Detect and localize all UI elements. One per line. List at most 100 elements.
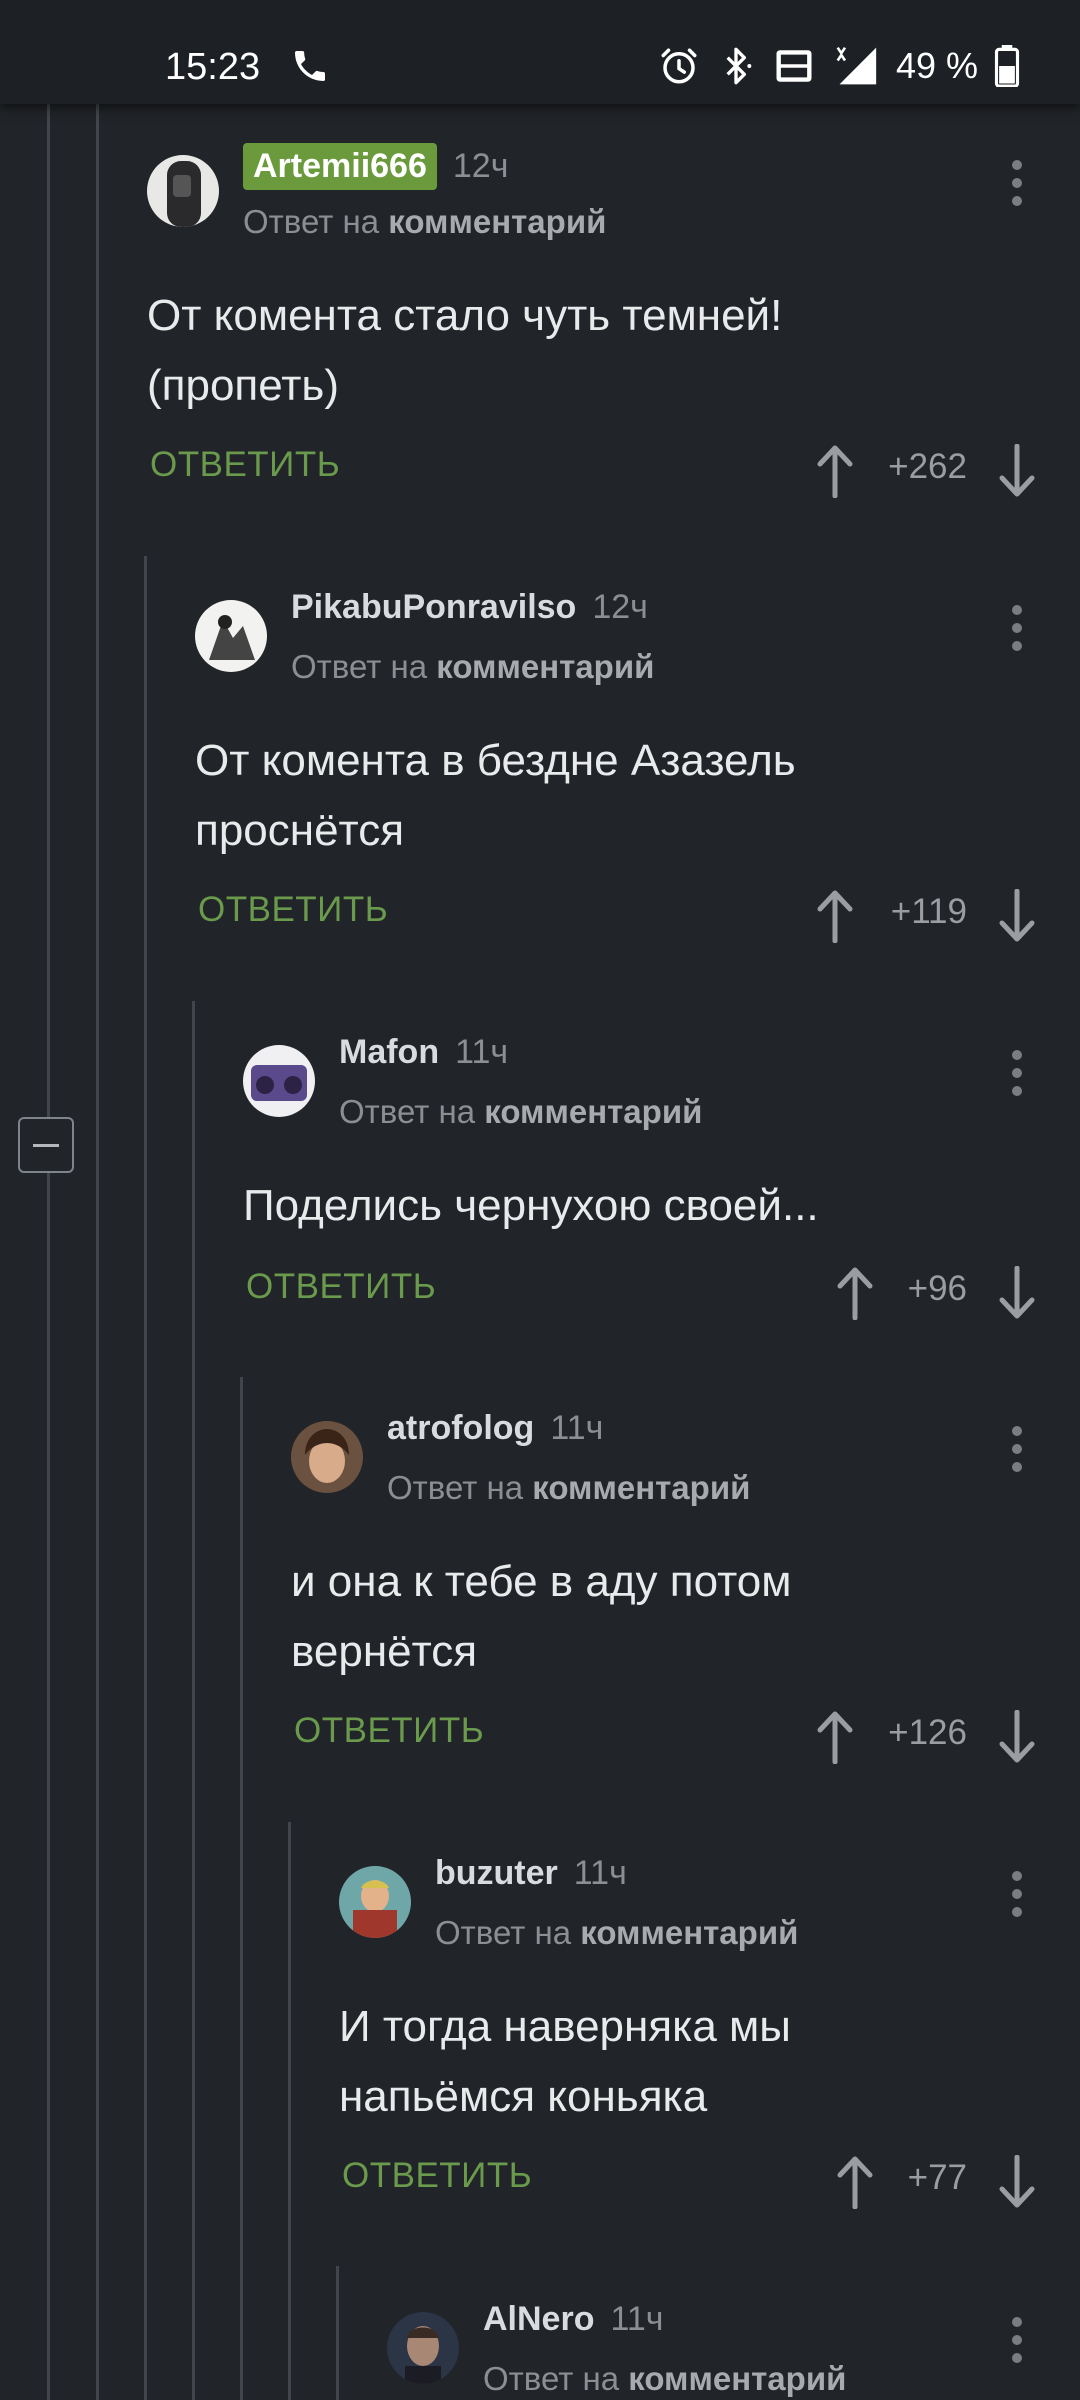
collapse-thread-button[interactable] xyxy=(18,1117,74,1173)
avatar-image xyxy=(387,2312,459,2384)
reply-prefix: Ответ на xyxy=(387,1469,524,1506)
reply-info: Ответ на комментарий xyxy=(483,2360,846,2398)
alarm-icon xyxy=(661,48,697,84)
downvote-arrow-icon[interactable] xyxy=(997,2155,1037,2211)
comment-body-line: напьёмся коньяка xyxy=(339,2072,708,2121)
comment: atrofolog 11ч Ответ на комментарий и она… xyxy=(291,1409,1080,1851)
avatar[interactable] xyxy=(147,155,219,227)
comment-body-line: От комента стало чуть темней! xyxy=(147,291,783,340)
more-options-icon[interactable] xyxy=(1011,2316,1023,2364)
downvote-arrow-icon[interactable] xyxy=(997,889,1037,945)
more-options-icon[interactable] xyxy=(1011,159,1023,207)
thread-line xyxy=(144,556,147,2400)
avatar[interactable] xyxy=(339,1866,411,1938)
reply-info: Ответ на комментарий xyxy=(387,1469,750,1507)
comment-time: 11ч xyxy=(550,1409,604,1447)
reply-prefix: Ответ на xyxy=(483,2360,620,2397)
more-options-icon[interactable] xyxy=(1011,604,1023,652)
author-row: PikabuPonravilso 12ч xyxy=(291,588,648,627)
thread-line xyxy=(47,104,50,2400)
comment: buzuter 11ч Ответ на комментарий И тогда… xyxy=(339,1854,1080,2296)
reply-prefix: Ответ на xyxy=(339,1093,476,1130)
comment-time: 11ч xyxy=(610,2300,664,2338)
avatar-image xyxy=(243,1045,315,1117)
comment-body: От комента стало чуть темней! (пропеть) xyxy=(147,281,907,421)
avatar[interactable] xyxy=(243,1045,315,1117)
comment-body-line: Поделись чернухою своей... xyxy=(243,1181,819,1230)
comment-body-line: проснётся xyxy=(195,806,405,855)
author-row: AlNero 11ч xyxy=(483,2300,663,2339)
reply-button[interactable]: ОТВЕТИТЬ xyxy=(294,1711,484,1751)
phone-icon xyxy=(295,51,325,81)
comment-body-line: От комента в бездне Азазель xyxy=(195,736,796,785)
comment: Artemii666 12ч Ответ на комментарий От к… xyxy=(147,143,1080,585)
reply-button[interactable]: ОТВЕТИТЬ xyxy=(150,445,340,485)
reply-button[interactable]: ОТВЕТИТЬ xyxy=(198,890,388,930)
reply-target-link[interactable]: комментарий xyxy=(388,203,606,240)
reply-prefix: Ответ на xyxy=(291,648,428,685)
avatar-image xyxy=(195,600,267,672)
downvote-arrow-icon[interactable] xyxy=(997,444,1037,500)
volte-icon xyxy=(776,50,812,82)
downvote-arrow-icon[interactable] xyxy=(997,1710,1037,1766)
avatar[interactable] xyxy=(195,600,267,672)
comment-body: Поделись чернухою своей... xyxy=(243,1171,1003,1241)
vote-score: +77 xyxy=(907,2158,967,2197)
upvote-arrow-icon[interactable] xyxy=(835,1264,875,1320)
author-row: buzuter 11ч xyxy=(435,1854,627,1893)
bluetooth-icon xyxy=(726,47,752,85)
vote-score: +262 xyxy=(888,447,967,486)
upvote-arrow-icon[interactable] xyxy=(815,887,855,943)
battery-percent: 49 % xyxy=(895,45,978,86)
signal-4g-icon xyxy=(836,46,877,85)
reply-target-link[interactable]: комментарий xyxy=(580,1914,798,1951)
reply-button[interactable]: ОТВЕТИТЬ xyxy=(342,2156,532,2196)
thread-line xyxy=(96,104,99,2400)
status-bar: 15:23 49 % xyxy=(0,0,1080,104)
reply-target-link[interactable]: комментарий xyxy=(484,1093,702,1130)
more-options-icon[interactable] xyxy=(1011,1870,1023,1918)
downvote-arrow-icon[interactable] xyxy=(997,1266,1037,1322)
reply-target-link[interactable]: комментарий xyxy=(532,1469,750,1506)
avatar[interactable] xyxy=(291,1421,363,1493)
avatar[interactable] xyxy=(387,2312,459,2384)
comment-time: 11ч xyxy=(573,1854,627,1892)
vote-score: +126 xyxy=(888,1713,967,1752)
comment-body: и она к тебе в аду потом вернётся xyxy=(291,1547,1051,1687)
vote-score: +119 xyxy=(890,892,967,931)
thread-line xyxy=(288,1822,291,2400)
author-name[interactable]: Mafon xyxy=(339,1033,439,1072)
status-time: 15:23 xyxy=(165,46,261,88)
author-row: Mafon 11ч xyxy=(339,1033,508,1072)
avatar-image xyxy=(147,155,219,227)
comment-time: 12ч xyxy=(452,147,509,185)
reply-button[interactable]: ОТВЕТИТЬ xyxy=(246,1267,436,1307)
reply-info: Ответ на комментарий xyxy=(339,1093,702,1131)
comment-body-line: и она к тебе в аду потом xyxy=(291,1557,792,1606)
thread-line xyxy=(240,1377,243,2400)
upvote-arrow-icon[interactable] xyxy=(835,2153,875,2209)
reply-prefix: Ответ на xyxy=(243,203,380,240)
upvote-arrow-icon[interactable] xyxy=(815,1708,855,1764)
comment-body-line: (пропеть) xyxy=(147,361,339,410)
reply-info: Ответ на комментарий xyxy=(291,648,654,686)
reply-target-link[interactable]: комментарий xyxy=(628,2360,846,2397)
reply-target-link[interactable]: комментарий xyxy=(436,648,654,685)
author-name[interactable]: AlNero xyxy=(483,2300,594,2339)
comment-time: 12ч xyxy=(592,588,648,626)
author-name[interactable]: Artemii666 xyxy=(243,143,437,190)
avatar-image xyxy=(291,1421,363,1493)
more-options-icon[interactable] xyxy=(1011,1049,1023,1097)
comment: Mafon 11ч Ответ на комментарий Поделись … xyxy=(243,1033,1080,1475)
thread-line xyxy=(192,1001,195,2400)
battery-icon xyxy=(994,45,1020,87)
author-name[interactable]: PikabuPonravilso xyxy=(291,588,576,627)
upvote-arrow-icon[interactable] xyxy=(815,442,855,498)
more-options-icon[interactable] xyxy=(1011,1425,1023,1473)
author-name[interactable]: atrofolog xyxy=(387,1409,534,1448)
reply-prefix: Ответ на xyxy=(435,1914,572,1951)
author-row: Artemii666 12ч xyxy=(243,143,508,190)
author-name[interactable]: buzuter xyxy=(435,1854,558,1893)
avatar-image xyxy=(339,1866,411,1938)
comment-time: 11ч xyxy=(455,1033,509,1071)
